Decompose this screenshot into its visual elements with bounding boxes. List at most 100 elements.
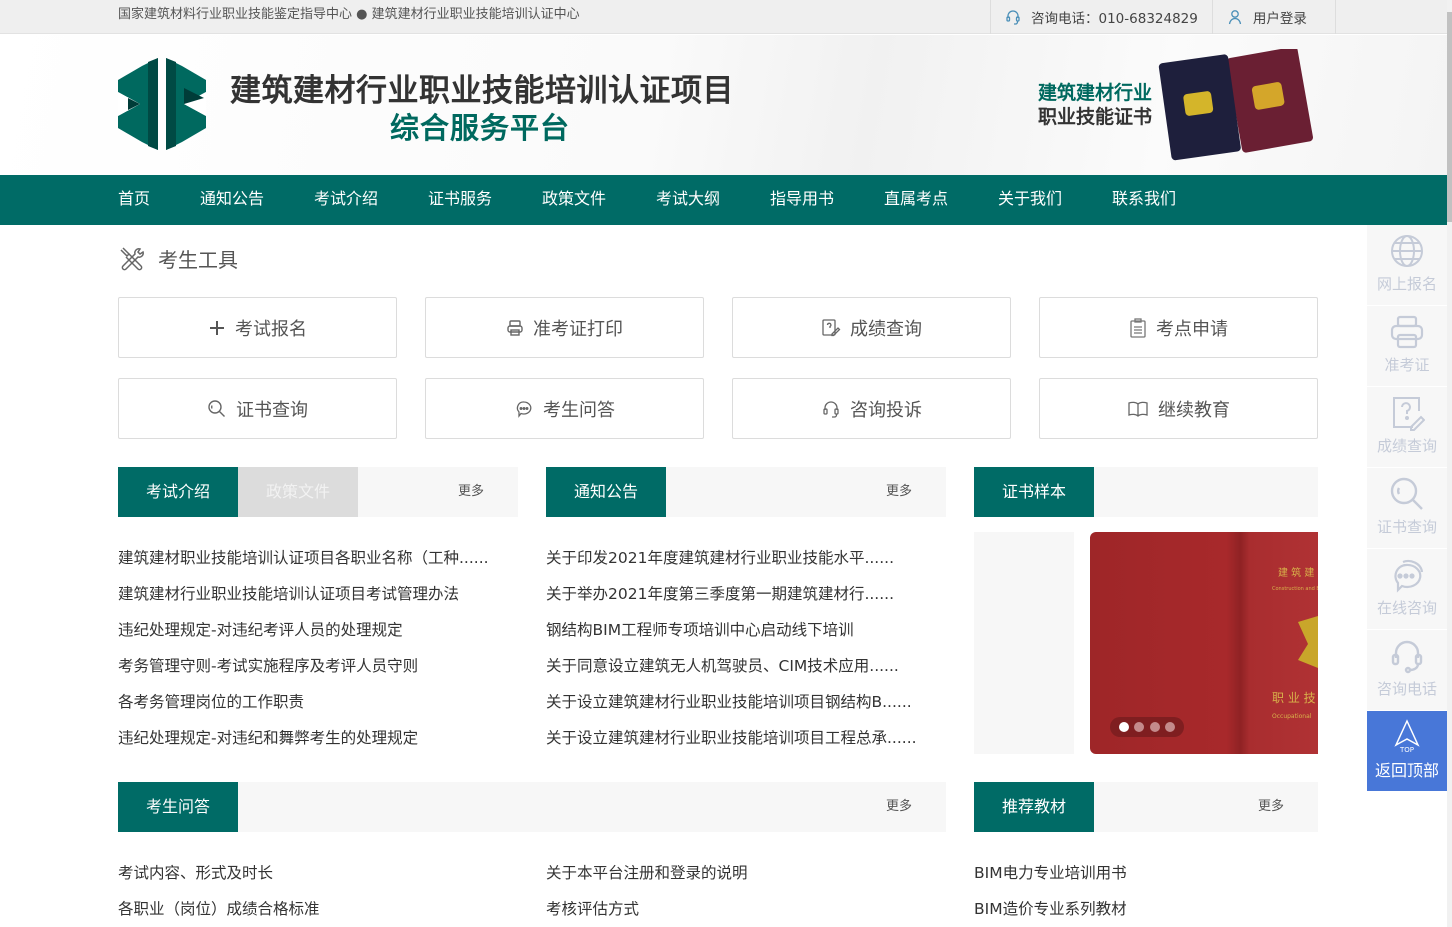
nav-exam-sites[interactable]: 直属考点	[884, 175, 948, 223]
list-item[interactable]: 考务管理守则-考试实施程序及考评人员守则	[118, 648, 489, 684]
certificate-books-image	[1158, 49, 1313, 161]
org-text: 国家建筑材料行业职业技能鉴定指导中心 ● 建筑建材行业职业技能培训认证中心	[118, 7, 580, 22]
tool-cert-query[interactable]: 证书查询	[118, 378, 397, 439]
tab-candidate-qa[interactable]: 考生问答	[118, 782, 238, 832]
list-item[interactable]: 钢结构BIM工程师专项培训中心启动线下培训	[546, 612, 917, 648]
sidebar-item-score[interactable]: 成绩查询	[1367, 387, 1447, 468]
nav-exam-intro[interactable]: 考试介绍	[314, 175, 378, 223]
list-item[interactable]: 关于设立建筑建材行业职业技能培训项目钢结构B......	[546, 684, 917, 720]
score-query-icon	[1393, 397, 1425, 431]
notice-more-link[interactable]: 更多	[886, 467, 912, 517]
list-item[interactable]: 各考务管理岗位的工作职责	[118, 684, 489, 720]
site-header: 建筑建材行业职业技能培训认证项目 综合服务平台 建筑建材行业 职业技能证书	[0, 35, 1447, 175]
notice-section-header: 通知公告 更多	[546, 467, 946, 517]
books-more-link[interactable]: 更多	[1258, 782, 1284, 832]
certificate-banner-text: 建筑建材行业 职业技能证书	[1038, 82, 1153, 128]
list-item[interactable]: 建筑建材职业技能培训认证项目各职业名称（工种......	[118, 540, 489, 576]
list-item[interactable]: BIM电力专业培训用书	[974, 855, 1127, 891]
tool-continuing-edu[interactable]: 继续教育	[1039, 378, 1318, 439]
nav-syllabus[interactable]: 考试大纲	[656, 175, 720, 223]
headset-icon	[1006, 10, 1020, 25]
list-item[interactable]: 关于同意设立建筑无人机驾驶员、CIM技术应用......	[546, 648, 917, 684]
login-link[interactable]: 用户登录	[1211, 0, 1336, 34]
headset-icon	[823, 400, 839, 418]
tool-exam-register[interactable]: 考试报名	[118, 297, 397, 358]
phone-info: 咨询电话：010-68324829	[990, 0, 1212, 34]
notice-list: 关于印发2021年度建筑建材行业职业技能水平...... 关于举办2021年度第…	[546, 540, 917, 756]
nav-about[interactable]: 关于我们	[998, 175, 1062, 223]
qa-list-col1: 考试内容、形式及时长 各职业（岗位）成绩合格标准	[118, 855, 320, 927]
nav-contact[interactable]: 联系我们	[1112, 175, 1176, 223]
list-item[interactable]: 各职业（岗位）成绩合格标准	[118, 891, 320, 927]
list-item[interactable]: BIM造价专业系列教材	[974, 891, 1127, 927]
tools-heading: 考生工具	[118, 244, 238, 273]
list-item[interactable]: 违纪处理规定-对违纪考评人员的处理规定	[118, 612, 489, 648]
nav-guide-books[interactable]: 指导用书	[770, 175, 834, 223]
sidebar-item-cert-query[interactable]: 证书查询	[1367, 468, 1447, 549]
tab-policy-files[interactable]: 政策文件	[238, 467, 358, 517]
page-scrollbar[interactable]	[1447, 0, 1452, 927]
page: 国家建筑材料行业职业技能鉴定指导中心 ● 建筑建材行业职业技能培训认证中心 咨询…	[0, 0, 1452, 927]
list-item[interactable]: 关于举办2021年度第三季度第一期建筑建材行......	[546, 576, 917, 612]
list-item[interactable]: 违纪处理规定-对违纪和舞弊考生的处理规定	[118, 720, 489, 756]
tab-exam-intro[interactable]: 考试介绍	[118, 467, 238, 517]
carousel-dot[interactable]	[1165, 722, 1176, 732]
list-item[interactable]: 关于设立建筑建材行业职业技能培训项目工程总承......	[546, 720, 917, 756]
exam-more-link[interactable]: 更多	[458, 467, 484, 517]
svg-text:职 业 技: 职 业 技	[1272, 691, 1316, 705]
globe-icon	[1391, 235, 1423, 267]
tool-site-apply[interactable]: 考点申请	[1039, 297, 1318, 358]
site-logo-icon[interactable]	[118, 58, 206, 150]
main-nav: 首页 通知公告 考试介绍 证书服务 政策文件 考试大纲 指导用书 直属考点 关于…	[0, 175, 1447, 225]
list-item[interactable]: 考试内容、形式及时长	[118, 855, 320, 891]
tool-complaint[interactable]: 咨询投诉	[732, 378, 1011, 439]
sidebar-item-phone[interactable]: 咨询电话	[1367, 630, 1447, 711]
list-item[interactable]: 建筑建材行业职业技能培训认证项目考试管理办法	[118, 576, 489, 612]
svg-text:Occupational: Occupational	[1272, 713, 1312, 720]
carousel-prev-slide	[974, 532, 1074, 754]
tab-cert-sample[interactable]: 证书样本	[974, 467, 1094, 517]
plus-icon	[210, 320, 224, 335]
cert-sample-carousel[interactable]: 建 筑 建 Construction and Bu 职 业 技 Occupati…	[1090, 532, 1318, 754]
list-item[interactable]: 考核评估方式	[546, 891, 748, 927]
svg-text:TOP: TOP	[1399, 746, 1414, 753]
site-subtitle: 综合服务平台	[390, 111, 571, 145]
tools-title: 考生工具	[158, 248, 238, 272]
sidebar-item-online-register[interactable]: 网上报名	[1367, 225, 1447, 306]
list-item[interactable]: 关于本平台注册和登录的说明	[546, 855, 748, 891]
nav-notices[interactable]: 通知公告	[200, 175, 264, 223]
carousel-dot[interactable]	[1118, 722, 1129, 732]
floating-sidebar: 网上报名 准考证 成绩查询 证书查询 在线咨询 咨询电话 TOP 返回顶部	[1367, 225, 1447, 791]
svg-text:建 筑 建: 建 筑 建	[1278, 566, 1314, 579]
back-to-top-button[interactable]: TOP 返回顶部	[1367, 711, 1447, 791]
qa-list-col2: 关于本平台注册和登录的说明 考核评估方式	[546, 855, 748, 927]
nav-home[interactable]: 首页	[118, 175, 150, 223]
scrollbar-thumb[interactable]	[1447, 12, 1452, 222]
chat-icon	[1394, 559, 1424, 593]
sidebar-item-online-consult[interactable]: 在线咨询	[1367, 549, 1447, 630]
printer-icon	[1390, 315, 1424, 349]
user-icon	[1228, 10, 1242, 25]
tool-admission-print[interactable]: 准考证打印	[425, 297, 704, 358]
chat-icon	[516, 400, 532, 418]
exam-section-header: 考试介绍 政策文件 更多	[118, 467, 518, 517]
carousel-dot[interactable]	[1134, 722, 1145, 732]
tab-recommended-books[interactable]: 推荐教材	[974, 782, 1094, 832]
carousel-dot[interactable]	[1149, 722, 1160, 732]
tool-candidate-qa[interactable]: 考生问答	[425, 378, 704, 439]
sidebar-item-admission[interactable]: 准考证	[1367, 306, 1447, 387]
clipboard-icon	[1130, 317, 1146, 338]
nav-policy[interactable]: 政策文件	[542, 175, 606, 223]
cert-sample-header: 证书样本	[974, 467, 1318, 517]
qa-more-link[interactable]: 更多	[886, 782, 912, 832]
list-item[interactable]: 关于印发2021年度建筑建材行业职业技能水平......	[546, 540, 917, 576]
nav-cert-service[interactable]: 证书服务	[428, 175, 492, 223]
headset-icon	[1391, 640, 1423, 674]
login-label: 用户登录	[1252, 11, 1307, 27]
books-section-header: 推荐教材 更多	[974, 782, 1318, 832]
search-icon	[1390, 477, 1423, 510]
site-title: 建筑建材行业职业技能培训认证项目	[230, 73, 734, 109]
tab-notices[interactable]: 通知公告	[546, 467, 666, 517]
tool-score-query[interactable]: 成绩查询	[732, 297, 1011, 358]
books-list: BIM电力专业培训用书 BIM造价专业系列教材	[974, 855, 1127, 927]
